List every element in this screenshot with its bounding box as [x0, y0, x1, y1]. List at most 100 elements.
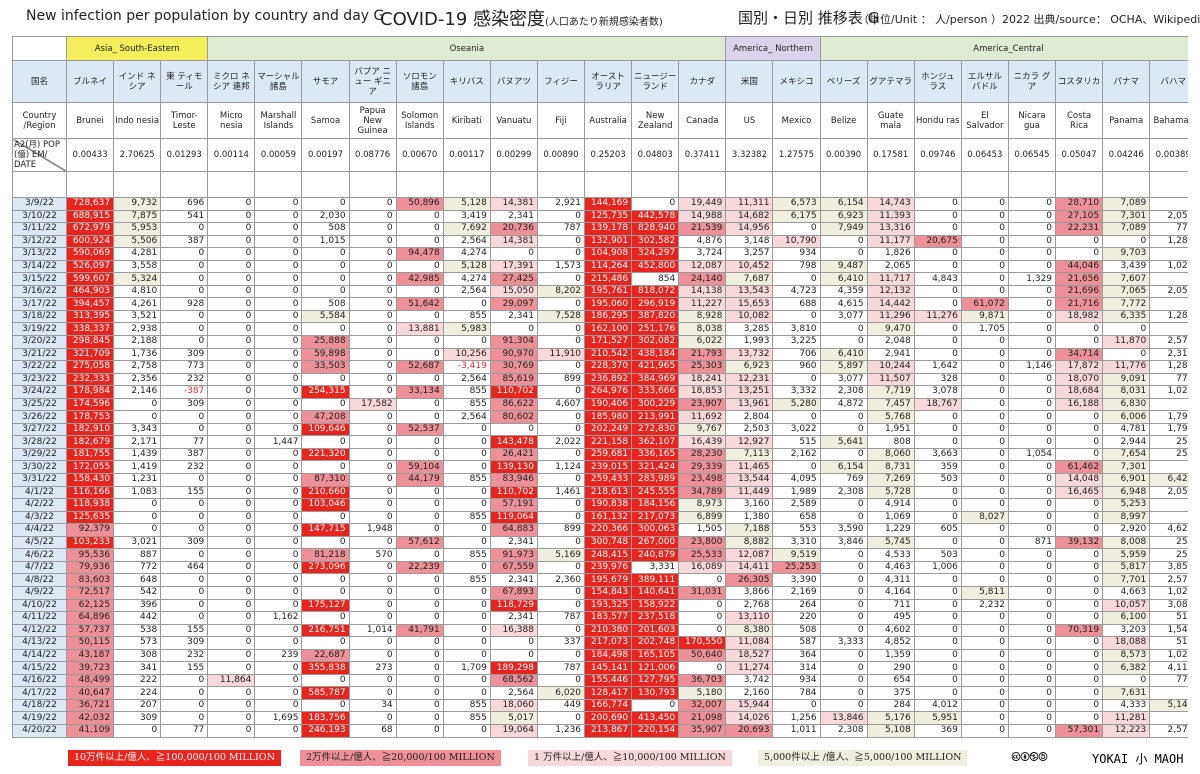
value-cell: 7,701 — [1102, 573, 1151, 587]
value-cell: 0 — [254, 623, 303, 638]
value-cell: 0 — [395, 347, 444, 362]
value-cell: 1,799 — [1149, 422, 1188, 437]
value-cell: 542 — [113, 585, 162, 600]
value-cell: 0 — [207, 723, 256, 738]
value-cell: 0 — [348, 197, 397, 211]
table-row: 4/11/22 64,896 442 0 0 1,162 0 0 0 0 2,341 787 183,5… — [12, 611, 1188, 625]
population-cell: 0.00299 — [489, 138, 538, 172]
value-cell: 0 — [301, 272, 350, 286]
value-cell: 254,315 — [301, 385, 350, 399]
value-cell: 64,883 — [489, 523, 538, 537]
spacer-cell — [1007, 171, 1057, 198]
infection-table: Asia_ South-Eastern Oseania America_ North… — [12, 36, 1188, 738]
value-cell: 67,559 — [489, 560, 538, 575]
value-cell: 118,938 — [65, 498, 115, 512]
value-cell: 0 — [913, 410, 962, 424]
value-cell: 787 — [536, 222, 586, 236]
value-cell: 47,208 — [301, 410, 350, 424]
value-cell: 0 — [913, 284, 962, 299]
spacer-row — [12, 171, 1188, 198]
value-cell: 0 — [207, 485, 256, 500]
value-cell: 2,308 — [819, 723, 868, 738]
value-cell: 0 — [960, 222, 1009, 236]
value-cell: 0 — [207, 498, 256, 512]
value-cell: 387,820 — [631, 309, 680, 324]
value-cell: -387 — [160, 385, 209, 399]
value-cell: 6,100 — [1102, 611, 1151, 625]
value-cell: 0 — [442, 447, 491, 462]
value-cell: 0 — [395, 648, 444, 663]
value-cell: 16,465 — [1055, 485, 1104, 500]
value-cell: 359 — [913, 460, 962, 475]
value-cell: 72,517 — [65, 585, 115, 600]
value-cell: 0 — [207, 360, 256, 374]
value-cell: 210,542 — [584, 347, 633, 362]
value-cell: 16,388 — [489, 623, 538, 638]
legend-tier-5000: 5,000件以上 /億人、≧5,000/100 MILLION — [758, 750, 968, 766]
value-cell: 184,156 — [631, 498, 680, 512]
country-name-jp: ニカラ グア — [1007, 60, 1057, 103]
value-cell: 0 — [1007, 560, 1057, 575]
value-cell: 503 — [913, 548, 962, 562]
value-cell: 0 — [1007, 623, 1057, 638]
value-cell: 31,031 — [678, 585, 727, 600]
value-cell: 0 — [819, 673, 868, 688]
value-cell: 91,304 — [489, 335, 538, 349]
value-cell: 0 — [254, 347, 303, 362]
country-name-jp: ミクロ ネシア 連邦 — [207, 60, 256, 103]
value-cell: 0 — [960, 711, 1009, 725]
value-cell: 273,096 — [301, 560, 350, 575]
value-cell: 298,845 — [65, 335, 115, 349]
country-name-en: El Salvador — [960, 102, 1009, 139]
value-cell: 0 — [348, 410, 397, 424]
value-cell: 0 — [348, 372, 397, 387]
population-cell: 2.70625 — [113, 138, 162, 172]
value-cell: 0 — [301, 636, 350, 650]
population-cell: 0.00433 — [65, 138, 115, 172]
value-cell: 245,555 — [631, 485, 680, 500]
value-cell: 195,060 — [584, 297, 633, 311]
value-cell: 41,109 — [65, 723, 115, 738]
value-cell: 28,230 — [678, 447, 727, 462]
value-cell: 0 — [254, 259, 303, 274]
value-cell: 5,128 — [442, 197, 491, 211]
value-cell: 0 — [348, 422, 397, 437]
value-cell: 0 — [819, 686, 868, 700]
value-cell: 14,381 — [489, 234, 538, 249]
value-cell: 1,419 — [113, 460, 162, 475]
value-cell: 4,164 — [866, 585, 915, 600]
value-cell: 605 — [913, 523, 962, 537]
value-cell: 259,433 — [584, 473, 633, 487]
value-cell: 217,073 — [631, 510, 680, 525]
value-cell: 3,285 — [725, 322, 774, 336]
value-cell: 184,498 — [584, 648, 633, 663]
population-cell: 3.32382 — [725, 138, 774, 172]
value-cell: 648 — [113, 573, 162, 587]
value-cell: 0 — [207, 611, 256, 625]
value-cell: 11,311 — [725, 197, 774, 211]
data-table-container[interactable]: Asia_ South-Eastern Oseania America_ North… — [12, 36, 1188, 741]
value-cell: 0 — [160, 335, 209, 349]
region-header: Oseania — [207, 36, 727, 61]
country-name-en: Hondu ras — [913, 102, 962, 139]
value-cell: 0 — [960, 347, 1009, 362]
value-cell: 59,898 — [301, 347, 350, 362]
value-cell: 0 — [254, 309, 303, 324]
date-cell: 4/20/22 — [12, 723, 67, 738]
value-cell: 80,602 — [489, 410, 538, 424]
date-cell: 3/24/22 — [12, 385, 67, 399]
value-cell: 155 — [160, 661, 209, 675]
value-cell: 0 — [960, 360, 1009, 374]
table-row: 3/23/22 232,333 2,356 232 0 0 0 0 0 2,564 85,619 89… — [12, 372, 1188, 387]
value-cell: 0 — [536, 535, 586, 550]
population-cell: 0.25203 — [584, 138, 633, 172]
value-cell: 0 — [1055, 447, 1104, 462]
value-cell: 0 — [913, 585, 962, 600]
value-cell: 232,333 — [65, 372, 115, 387]
spacer-cell — [913, 171, 962, 198]
table-row: 3/27/22 182,910 3,343 0 0 0 109,646 0 52,537 0 0 0 2… — [12, 422, 1188, 437]
value-cell: 11,177 — [866, 234, 915, 249]
table-row: 3/14/22 526,097 3,558 0 0 0 0 0 0 5,128 17,391 1,57… — [12, 259, 1188, 274]
value-cell: 20,736 — [489, 222, 538, 236]
value-cell: 0 — [772, 309, 821, 324]
